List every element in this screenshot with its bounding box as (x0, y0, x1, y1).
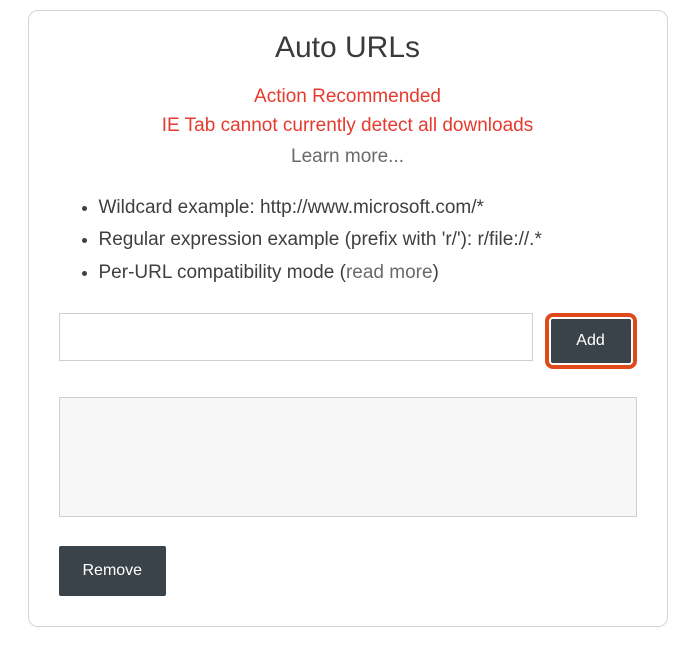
example-regex: Regular expression example (prefix with … (99, 224, 637, 256)
url-input[interactable] (59, 313, 533, 361)
example-perurl-prefix: Per-URL compatibility mode ( (99, 262, 346, 283)
alert-message: IE Tab cannot currently detect all downl… (59, 112, 637, 141)
read-more-link[interactable]: read more (346, 262, 433, 283)
examples-list: Wildcard example: http://www.microsoft.c… (59, 192, 637, 289)
learn-more-link[interactable]: Learn more... (59, 146, 637, 168)
add-button-highlight: Add (545, 313, 637, 369)
url-list[interactable] (59, 397, 637, 517)
panel-title: Auto URLs (59, 31, 637, 65)
auto-urls-panel: Auto URLs Action Recommended IE Tab cann… (28, 10, 668, 627)
example-perurl: Per-URL compatibility mode (read more) (99, 257, 637, 289)
example-perurl-suffix: ) (433, 262, 439, 283)
alert-block: Action Recommended IE Tab cannot current… (59, 83, 637, 140)
add-url-row: Add (59, 313, 637, 369)
alert-heading: Action Recommended (59, 83, 637, 112)
add-button[interactable]: Add (551, 319, 631, 363)
remove-button[interactable]: Remove (59, 546, 167, 596)
example-wildcard: Wildcard example: http://www.microsoft.c… (99, 192, 637, 224)
